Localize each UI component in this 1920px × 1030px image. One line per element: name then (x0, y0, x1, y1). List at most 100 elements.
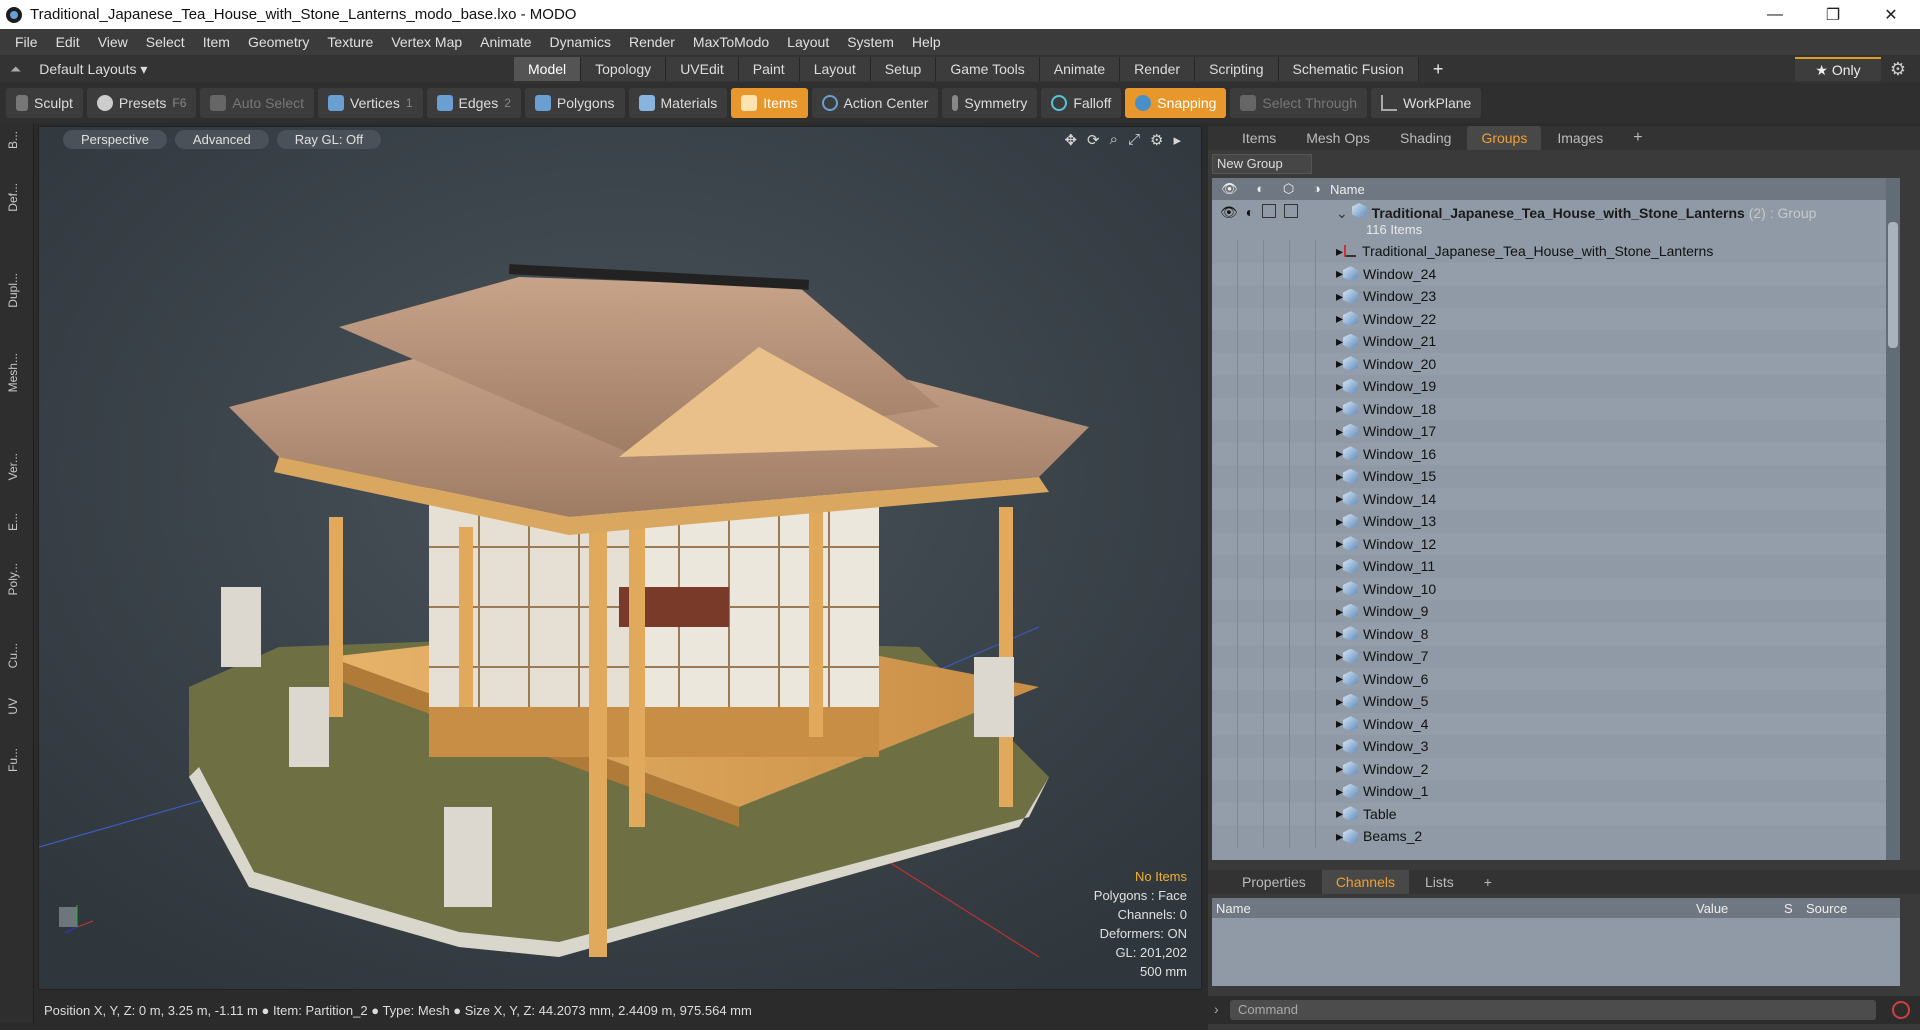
tree-row[interactable]: ▸ Window_1 (1212, 780, 1900, 803)
expand-icon[interactable]: ▸ (1336, 603, 1343, 620)
row-toggle-cell[interactable] (1212, 375, 1238, 398)
row-toggle-cell[interactable] (1238, 645, 1264, 668)
row-toggle-cell[interactable] (1212, 262, 1238, 285)
row-toggle-cell[interactable] (1212, 532, 1238, 555)
menu-layout[interactable]: Layout (778, 34, 838, 50)
row-toggle-cell[interactable] (1212, 645, 1238, 668)
row-toggle-cell[interactable] (1264, 622, 1290, 645)
tree-row[interactable]: ▸ Traditional_Japanese_Tea_House_with_St… (1212, 240, 1900, 263)
left-tab-2[interactable]: Dupl... (6, 273, 28, 308)
expand-icon[interactable]: ▸ (1336, 513, 1343, 530)
row-toggle-cell[interactable] (1290, 825, 1316, 848)
new-group-button[interactable]: New Group (1212, 154, 1312, 174)
row-toggle-cell[interactable] (1238, 397, 1264, 420)
minimize-button[interactable]: — (1746, 0, 1804, 29)
tree-row[interactable]: ▸ Window_22 (1212, 307, 1900, 330)
tree-row[interactable]: ▸ Window_2 (1212, 757, 1900, 780)
row-toggle-cell[interactable] (1264, 645, 1290, 668)
row-toggle-cell[interactable] (1238, 285, 1264, 308)
row-toggle-cell[interactable] (1238, 420, 1264, 443)
tree-row[interactable]: ▸ Window_18 (1212, 397, 1900, 420)
render-toggle[interactable] (1284, 204, 1299, 218)
row-toggle-cell[interactable] (1238, 825, 1264, 848)
move-view-icon[interactable]: ✥ (1064, 131, 1077, 149)
row-toggle-cell[interactable] (1212, 420, 1238, 443)
falloff-button[interactable]: Falloff (1041, 88, 1122, 118)
tree-row[interactable]: ▸ Window_6 (1212, 667, 1900, 690)
sculpt-button[interactable]: Sculpt (6, 88, 83, 118)
expand-icon[interactable]: ▸ (1336, 783, 1343, 800)
row-toggle-cell[interactable] (1238, 600, 1264, 623)
command-input[interactable]: Command (1230, 1000, 1876, 1020)
row-toggle-cell[interactable] (1290, 555, 1316, 578)
tree-row[interactable]: ▸ Window_23 (1212, 285, 1900, 308)
panel-tab-groups[interactable]: Groups (1467, 126, 1542, 150)
add-bottom-tab-icon[interactable]: + (1470, 870, 1506, 894)
panel-tab-shading[interactable]: Shading (1386, 126, 1465, 150)
tree-row[interactable]: ▸ Window_8 (1212, 622, 1900, 645)
left-tab-9[interactable]: Fu... (6, 748, 28, 772)
row-toggle-cell[interactable] (1290, 330, 1316, 353)
row-toggle-cell[interactable] (1264, 712, 1290, 735)
row-toggle-cell[interactable] (1238, 802, 1264, 825)
left-tab-5[interactable]: E... (6, 513, 28, 531)
menu-help[interactable]: Help (903, 34, 950, 50)
add-panel-tab-icon[interactable]: + (1619, 126, 1656, 150)
left-tab-3[interactable]: Mesh... (6, 353, 28, 392)
groups-tree[interactable]: 👁 ◐ ⬡ ◑ Name 👁 ◐ ⌄ Traditional_Japanese_… (1212, 178, 1900, 860)
tab-schematic-fusion[interactable]: Schematic Fusion (1278, 57, 1419, 81)
panel-tab-images[interactable]: Images (1543, 126, 1617, 150)
row-toggle-cell[interactable] (1238, 307, 1264, 330)
scrollbar-thumb[interactable] (1888, 222, 1898, 348)
tab-render[interactable]: Render (1120, 57, 1196, 81)
row-toggle-cell[interactable] (1264, 487, 1290, 510)
shading-mode-button[interactable]: Advanced (174, 129, 269, 149)
view-mode-button[interactable]: Perspective (63, 129, 167, 149)
tree-row[interactable]: ▸ Window_9 (1212, 600, 1900, 623)
row-toggle-cell[interactable] (1264, 690, 1290, 713)
menu-dynamics[interactable]: Dynamics (541, 34, 620, 50)
tab-animate[interactable]: Animate (1039, 57, 1121, 81)
row-toggle-cell[interactable] (1264, 600, 1290, 623)
maximize-button[interactable]: ❐ (1804, 0, 1862, 29)
tree-row[interactable]: ▸ Window_3 (1212, 735, 1900, 758)
row-toggle-cell[interactable] (1290, 622, 1316, 645)
row-toggle-cell[interactable] (1212, 285, 1238, 308)
menu-vertex-map[interactable]: Vertex Map (382, 34, 471, 50)
row-toggle-cell[interactable] (1212, 712, 1238, 735)
menu-texture[interactable]: Texture (318, 34, 382, 50)
row-toggle-cell[interactable] (1290, 375, 1316, 398)
tab-topology[interactable]: Topology (581, 57, 667, 81)
row-toggle-cell[interactable] (1290, 802, 1316, 825)
left-tab-7[interactable]: Cu... (6, 643, 28, 668)
row-toggle-cell[interactable] (1212, 307, 1238, 330)
collapse-icon[interactable]: ⏶ (10, 61, 21, 78)
expand-icon[interactable]: ▸ (1336, 288, 1343, 305)
row-toggle-cell[interactable] (1238, 487, 1264, 510)
row-toggle-cell[interactable] (1212, 802, 1238, 825)
expand-icon[interactable]: ▸ (1336, 558, 1343, 575)
row-toggle-cell[interactable] (1238, 735, 1264, 758)
row-toggle-cell[interactable] (1290, 600, 1316, 623)
channels-grid[interactable]: Name Value S Source (1212, 898, 1900, 986)
tree-row[interactable]: ▸ Window_24 (1212, 262, 1900, 285)
select-toggle[interactable] (1262, 204, 1277, 218)
3d-viewport[interactable]: Perspective Advanced Ray GL: Off ✥ ⟳ ⌕ ⤢… (38, 126, 1202, 990)
tree-row[interactable]: ▸ Window_5 (1212, 690, 1900, 713)
viewport-settings-icon[interactable]: ⚙ (1150, 131, 1163, 149)
row-toggle-cell[interactable] (1238, 622, 1264, 645)
row-toggle-cell[interactable] (1264, 285, 1290, 308)
expand-icon[interactable]: ▸ (1336, 445, 1343, 462)
row-toggle-cell[interactable] (1238, 667, 1264, 690)
tree-row[interactable]: ▸ Window_7 (1212, 645, 1900, 668)
eye-toggle-icon[interactable]: 👁 (1220, 204, 1238, 240)
workplane-button[interactable]: WorkPlane (1371, 88, 1482, 118)
row-toggle-cell[interactable] (1238, 240, 1264, 263)
items-button[interactable]: Items (731, 88, 808, 118)
tree-row[interactable]: ▸ Window_13 (1212, 510, 1900, 533)
symmetry-button[interactable]: Symmetry (942, 88, 1038, 118)
expand-icon[interactable]: ▸ (1336, 715, 1343, 732)
row-toggle-cell[interactable] (1238, 262, 1264, 285)
row-toggle-cell[interactable] (1264, 375, 1290, 398)
select-through-button[interactable]: Select Through (1230, 88, 1368, 118)
